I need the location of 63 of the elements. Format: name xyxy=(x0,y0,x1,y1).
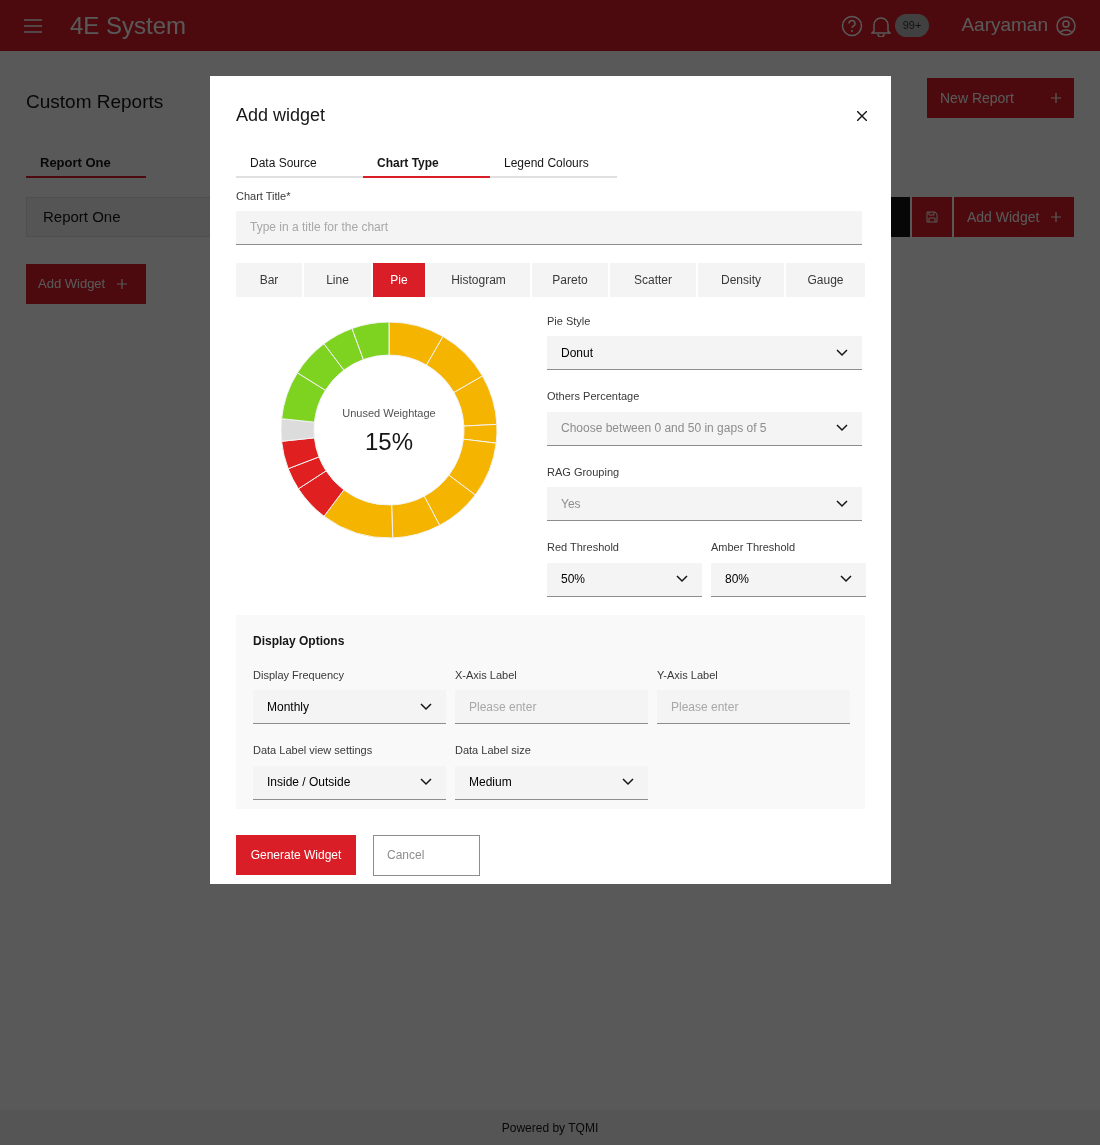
segment-option[interactable]: Histogram xyxy=(427,262,530,297)
dropdown[interactable]: Monthly xyxy=(253,690,446,724)
field-label: Amber Threshold xyxy=(711,540,797,555)
donut-center-label: Unused Weightage xyxy=(342,405,436,421)
cancel-button[interactable]: Cancel xyxy=(373,834,480,876)
donut-slice xyxy=(423,474,476,526)
modal-tab[interactable]: Chart Type xyxy=(363,149,490,178)
chevron-down-icon xyxy=(420,702,432,711)
field-label: RAG Grouping xyxy=(547,464,621,480)
page-title: Custom Reports xyxy=(26,90,164,114)
chart-title-field[interactable]: Type in a title for the chart xyxy=(236,210,862,245)
save-icon xyxy=(926,211,938,223)
segment-option[interactable]: Bar xyxy=(236,262,302,297)
save-button[interactable] xyxy=(912,197,952,237)
donut-slice xyxy=(296,342,345,391)
donut-center-value: 15% xyxy=(364,427,413,457)
chevron-down-icon xyxy=(836,499,848,508)
segment-option[interactable]: Gauge xyxy=(786,262,865,297)
donut-slice xyxy=(323,327,364,371)
modal-tab[interactable]: Legend Colours xyxy=(490,149,617,178)
plus-icon xyxy=(1051,212,1061,222)
donut-slice xyxy=(426,335,484,393)
chevron-down-icon xyxy=(840,575,852,583)
donut-slice xyxy=(391,495,441,538)
field-label: Data Label size xyxy=(455,743,532,758)
user-avatar-icon[interactable] xyxy=(1056,15,1076,36)
segment-option[interactable]: Scatter xyxy=(610,262,696,297)
app-title: 4E System xyxy=(70,10,187,41)
plus-icon xyxy=(1051,93,1061,103)
bell-icon[interactable] xyxy=(870,14,891,37)
field-label: X-Axis Label xyxy=(455,667,518,683)
segment-option[interactable]: Line xyxy=(304,262,371,297)
chevron-down-icon xyxy=(622,778,634,786)
dropdown[interactable]: 50% xyxy=(547,562,702,597)
input-field[interactable]: Please enter xyxy=(657,690,850,724)
segment-option[interactable]: Pareto xyxy=(532,262,608,297)
segment-option[interactable]: Density xyxy=(698,262,784,297)
field-label: Display Frequency xyxy=(253,667,346,683)
dropdown[interactable]: Medium xyxy=(455,765,648,800)
field-label: Data Label view settings xyxy=(253,743,374,758)
field-label: Pie Style xyxy=(547,313,592,329)
dropdown[interactable]: Donut xyxy=(547,336,862,370)
close-icon[interactable] xyxy=(857,110,867,121)
modal-tab[interactable]: Data Source xyxy=(236,149,363,178)
modal-title: Add widget xyxy=(236,104,326,127)
help-icon[interactable] xyxy=(840,14,863,37)
field-label: Chart Title* xyxy=(236,189,292,204)
dropdown[interactable]: 80% xyxy=(711,562,866,597)
dropdown[interactable]: Inside / Outside xyxy=(253,765,446,800)
menu-icon[interactable] xyxy=(24,18,42,33)
chevron-down-icon xyxy=(836,424,848,432)
chevron-down-icon xyxy=(836,348,848,357)
generate-widget-button[interactable]: Generate Widget xyxy=(236,834,356,875)
chevron-down-icon xyxy=(420,778,432,786)
plus-icon xyxy=(117,279,128,289)
field-label: Y-Axis Label xyxy=(657,667,719,683)
segment-option[interactable]: Pie xyxy=(373,262,425,297)
input-field[interactable]: Please enter xyxy=(455,690,648,724)
field-label: Others Percentage xyxy=(547,389,641,404)
chevron-down-icon xyxy=(676,575,688,583)
field-label: Red Threshold xyxy=(547,540,620,555)
section-title: Display Options xyxy=(253,632,346,650)
footer-text: Powered by TQMI xyxy=(501,1119,599,1137)
